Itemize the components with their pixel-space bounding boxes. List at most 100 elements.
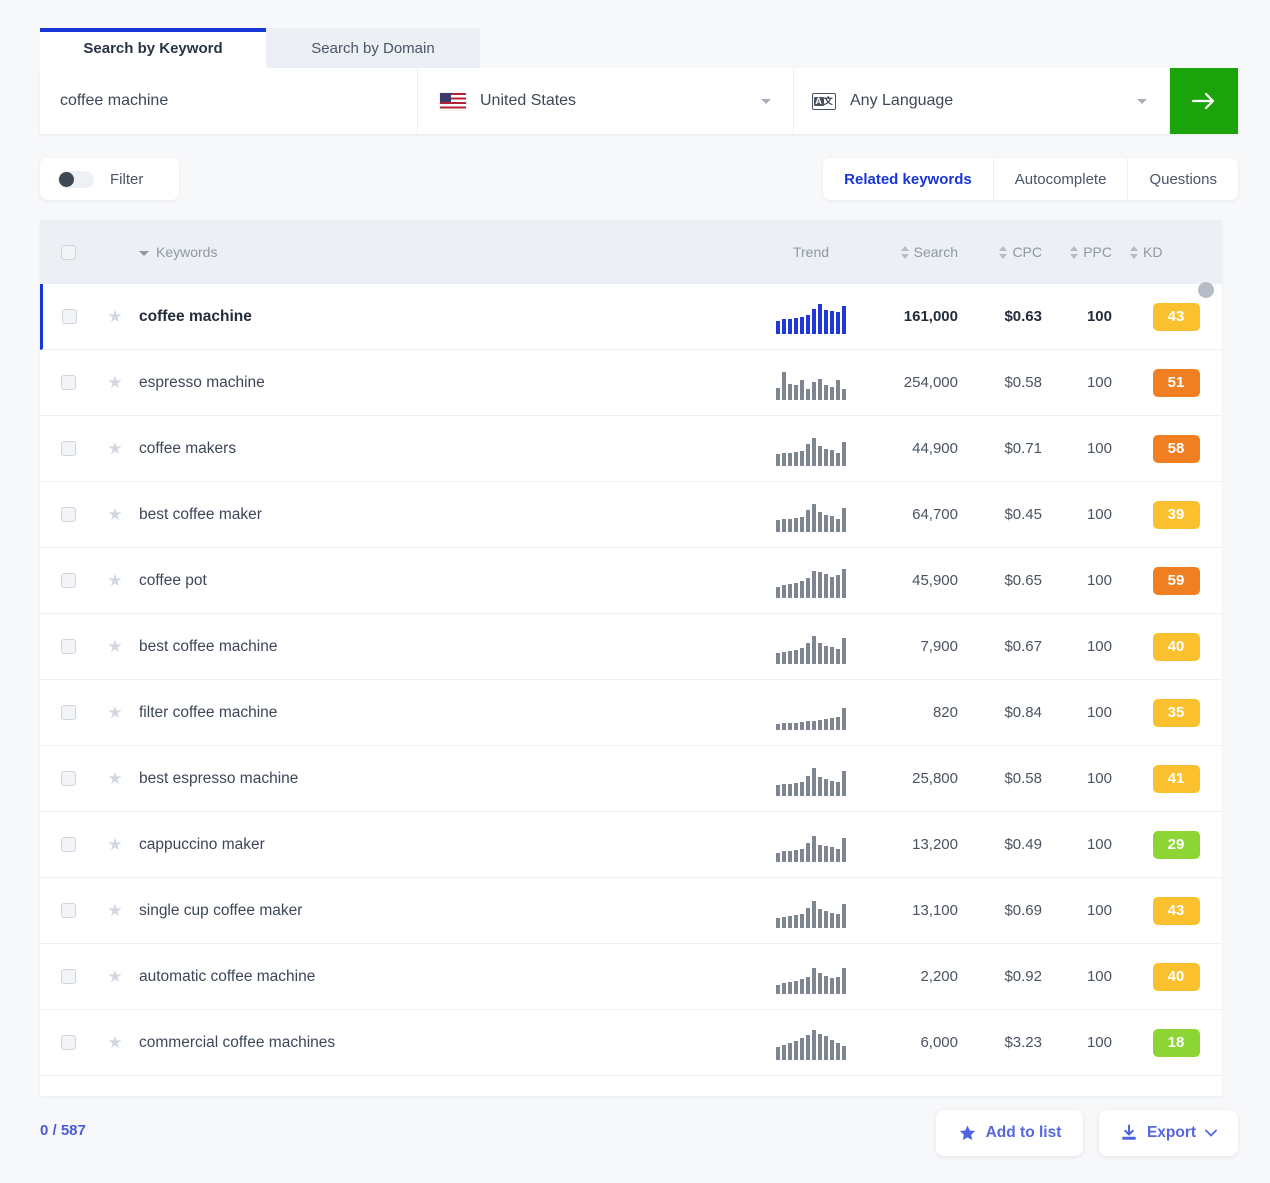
star-icon[interactable]: ★ — [107, 638, 122, 655]
cpc-cell: $0.45 — [1004, 506, 1042, 523]
row-checkbox[interactable] — [60, 969, 76, 984]
row-checkbox[interactable] — [60, 441, 76, 456]
language-select[interactable]: A文 Any Language — [794, 68, 1170, 134]
trend-cell — [758, 696, 864, 730]
row-checkbox[interactable] — [60, 1035, 76, 1050]
table-body: ★ coffee machine 161,000 $0.63 100 43 ★ espress… — [40, 284, 1222, 1076]
star-icon[interactable]: ★ — [107, 704, 122, 721]
star-icon[interactable]: ★ — [107, 902, 122, 919]
keyword-cell[interactable]: coffee pot — [134, 572, 758, 590]
table-row[interactable]: ★ single cup coffee maker 13,100 $0.69 100 43 — [40, 878, 1222, 944]
table-row[interactable]: ★ best espresso machine 25,800 $0.58 100 41 — [40, 746, 1222, 812]
star-icon[interactable]: ★ — [107, 506, 122, 523]
trend-sparkline — [776, 762, 846, 796]
trend-cell — [758, 498, 864, 532]
table-row[interactable]: ★ automatic coffee machine 2,200 $0.92 100 40 — [40, 944, 1222, 1010]
export-button[interactable]: Export — [1099, 1110, 1238, 1156]
header-kd[interactable]: KD — [1130, 244, 1222, 260]
row-star-cell: ★ — [96, 638, 134, 655]
keyword-cell[interactable]: filter coffee machine — [134, 704, 758, 722]
cpc-cell: $0.67 — [1004, 638, 1042, 655]
table-row[interactable]: ★ commercial coffee machines 6,000 $3.23 100… — [40, 1010, 1222, 1076]
keyword-cell[interactable]: cappuccino maker — [134, 836, 758, 854]
tab-questions-label: Questions — [1149, 170, 1217, 188]
tab-search-by-domain[interactable]: Search by Domain — [266, 28, 480, 68]
country-select[interactable]: United States — [418, 68, 794, 134]
table-row[interactable]: ★ best coffee machine 7,900 $0.67 100 40 — [40, 614, 1222, 680]
tab-autocomplete[interactable]: Autocomplete — [992, 158, 1128, 200]
table-scrollbar-thumb[interactable] — [1198, 282, 1214, 298]
row-star-cell: ★ — [96, 440, 134, 457]
star-icon[interactable]: ★ — [107, 1034, 122, 1051]
trend-cell — [758, 564, 864, 598]
kd-cell: 43 — [1130, 302, 1222, 331]
footer-bar: 0 / 587 Add to list Export — [40, 1110, 1238, 1156]
star-icon[interactable]: ★ — [107, 836, 122, 853]
keyword-cell[interactable]: best coffee maker — [134, 506, 758, 524]
filter-switch[interactable] — [58, 170, 94, 188]
row-checkbox[interactable] — [60, 771, 76, 786]
table-row[interactable]: ★ espresso machine 254,000 $0.58 100 51 — [40, 350, 1222, 416]
trend-sparkline — [776, 432, 846, 466]
search-volume-cell: 820 — [932, 704, 958, 721]
keyword-cell[interactable]: best coffee machine — [134, 638, 758, 656]
row-checkbox[interactable] — [60, 375, 76, 390]
add-to-list-button[interactable]: Add to list — [936, 1110, 1083, 1156]
tab-search-by-keyword[interactable]: Search by Keyword — [40, 28, 266, 68]
tab-related-keywords[interactable]: Related keywords — [823, 158, 993, 200]
keyword-cell[interactable]: single cup coffee maker — [134, 902, 758, 920]
tab-questions[interactable]: Questions — [1127, 158, 1238, 200]
keyword-cell[interactable]: commercial coffee machines — [134, 1034, 758, 1052]
row-checkbox[interactable] — [60, 903, 76, 918]
row-checkbox-cell — [40, 837, 96, 852]
header-keywords[interactable]: Keywords — [134, 244, 758, 260]
keyword-input[interactable] — [60, 92, 417, 110]
keyword-cell[interactable]: best espresso machine — [134, 770, 758, 788]
kd-badge: 59 — [1152, 566, 1200, 595]
star-icon[interactable]: ★ — [107, 374, 122, 391]
row-checkbox[interactable] — [60, 507, 76, 522]
cpc-cell: $3.23 — [1004, 1034, 1042, 1051]
trend-sparkline — [776, 960, 846, 994]
table-row[interactable]: ★ best coffee maker 64,700 $0.45 100 39 — [40, 482, 1222, 548]
row-checkbox[interactable] — [60, 639, 76, 654]
table-row[interactable]: ★ cappuccino maker 13,200 $0.49 100 29 — [40, 812, 1222, 878]
star-icon[interactable]: ★ — [107, 440, 122, 457]
star-icon[interactable]: ★ — [107, 308, 122, 325]
star-icon[interactable]: ★ — [107, 770, 122, 787]
keyword-cell[interactable]: espresso machine — [134, 374, 758, 392]
header-search[interactable]: Search — [864, 244, 968, 260]
row-checkbox[interactable] — [62, 309, 77, 324]
row-checkbox[interactable] — [60, 573, 76, 588]
table-row[interactable]: ★ filter coffee machine 820 $0.84 100 35 — [40, 680, 1222, 746]
header-ppc[interactable]: PPC — [1050, 244, 1130, 260]
row-star-cell: ★ — [96, 836, 134, 853]
table-row[interactable]: ★ coffee pot 45,900 $0.65 100 59 — [40, 548, 1222, 614]
row-checkbox[interactable] — [60, 837, 76, 852]
ppc-cell: 100 — [1086, 770, 1112, 787]
table-row[interactable]: ★ coffee makers 44,900 $0.71 100 58 — [40, 416, 1222, 482]
table-row[interactable]: ★ coffee machine 161,000 $0.63 100 43 — [40, 284, 1222, 350]
row-checkbox[interactable] — [60, 705, 76, 720]
filter-toggle[interactable]: Filter — [40, 158, 179, 200]
trend-sparkline — [776, 564, 846, 598]
star-icon[interactable]: ★ — [107, 572, 122, 589]
star-icon[interactable]: ★ — [107, 968, 122, 985]
keyword-cell[interactable]: automatic coffee machine — [134, 968, 758, 986]
search-submit-button[interactable] — [1170, 68, 1238, 134]
keyword-cell[interactable]: coffee makers — [134, 440, 758, 458]
export-label: Export — [1146, 1124, 1197, 1141]
tab-autocomplete-label: Autocomplete — [1014, 170, 1107, 188]
add-to-list-label: Add to list — [985, 1124, 1062, 1141]
kd-cell: 40 — [1130, 632, 1222, 661]
select-all-checkbox[interactable] — [60, 244, 76, 260]
search-volume-cell: 44,900 — [912, 440, 958, 457]
keyword-field-wrap — [40, 68, 418, 134]
keyword-cell[interactable]: coffee machine — [134, 308, 758, 326]
row-checkbox-cell — [40, 441, 96, 456]
selection-count: 0 / 587 — [40, 1122, 86, 1139]
row-star-cell: ★ — [96, 704, 134, 721]
row-star-cell: ★ — [96, 572, 134, 589]
trend-sparkline — [776, 498, 846, 532]
header-cpc[interactable]: CPC — [968, 244, 1050, 260]
